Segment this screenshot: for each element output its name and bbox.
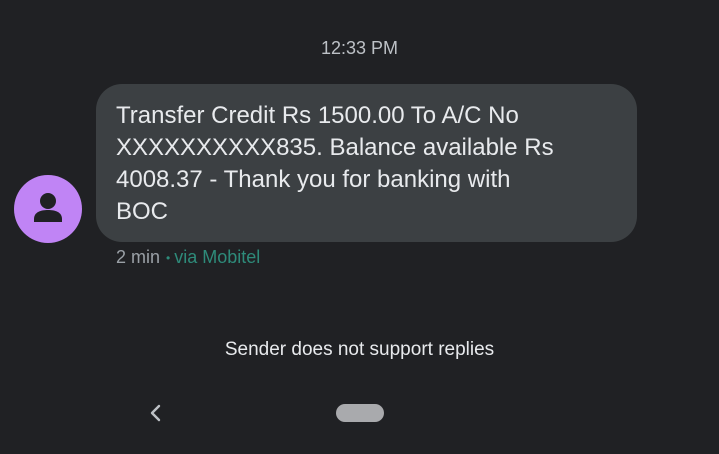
carrier-label: via Mobitel bbox=[174, 247, 261, 267]
nav-back-button[interactable] bbox=[146, 402, 166, 424]
no-reply-notice: Sender does not support replies bbox=[224, 339, 495, 360]
message-age: 2 min bbox=[116, 247, 161, 267]
nav-home-button[interactable] bbox=[336, 404, 384, 422]
message-text-line: BOC bbox=[116, 198, 169, 225]
chevron-left-icon bbox=[150, 404, 161, 422]
message-timestamp: 12:33 PM bbox=[320, 38, 399, 58]
meta-separator: • bbox=[166, 251, 171, 266]
message-text-line: Transfer Credit Rs 1500.00 To A/C No bbox=[116, 102, 519, 129]
message-text-line: 4008.37 - Thank you for banking with bbox=[116, 166, 511, 193]
person-icon bbox=[34, 193, 62, 222]
message-text-line: XXXXXXXXXX835. Balance available Rs bbox=[116, 134, 554, 161]
message-meta: 2 min • via Mobitel bbox=[116, 247, 260, 268]
sender-avatar[interactable] bbox=[14, 175, 82, 243]
message-bubble[interactable]: Transfer Credit Rs 1500.00 To A/C No XXX… bbox=[96, 84, 637, 242]
